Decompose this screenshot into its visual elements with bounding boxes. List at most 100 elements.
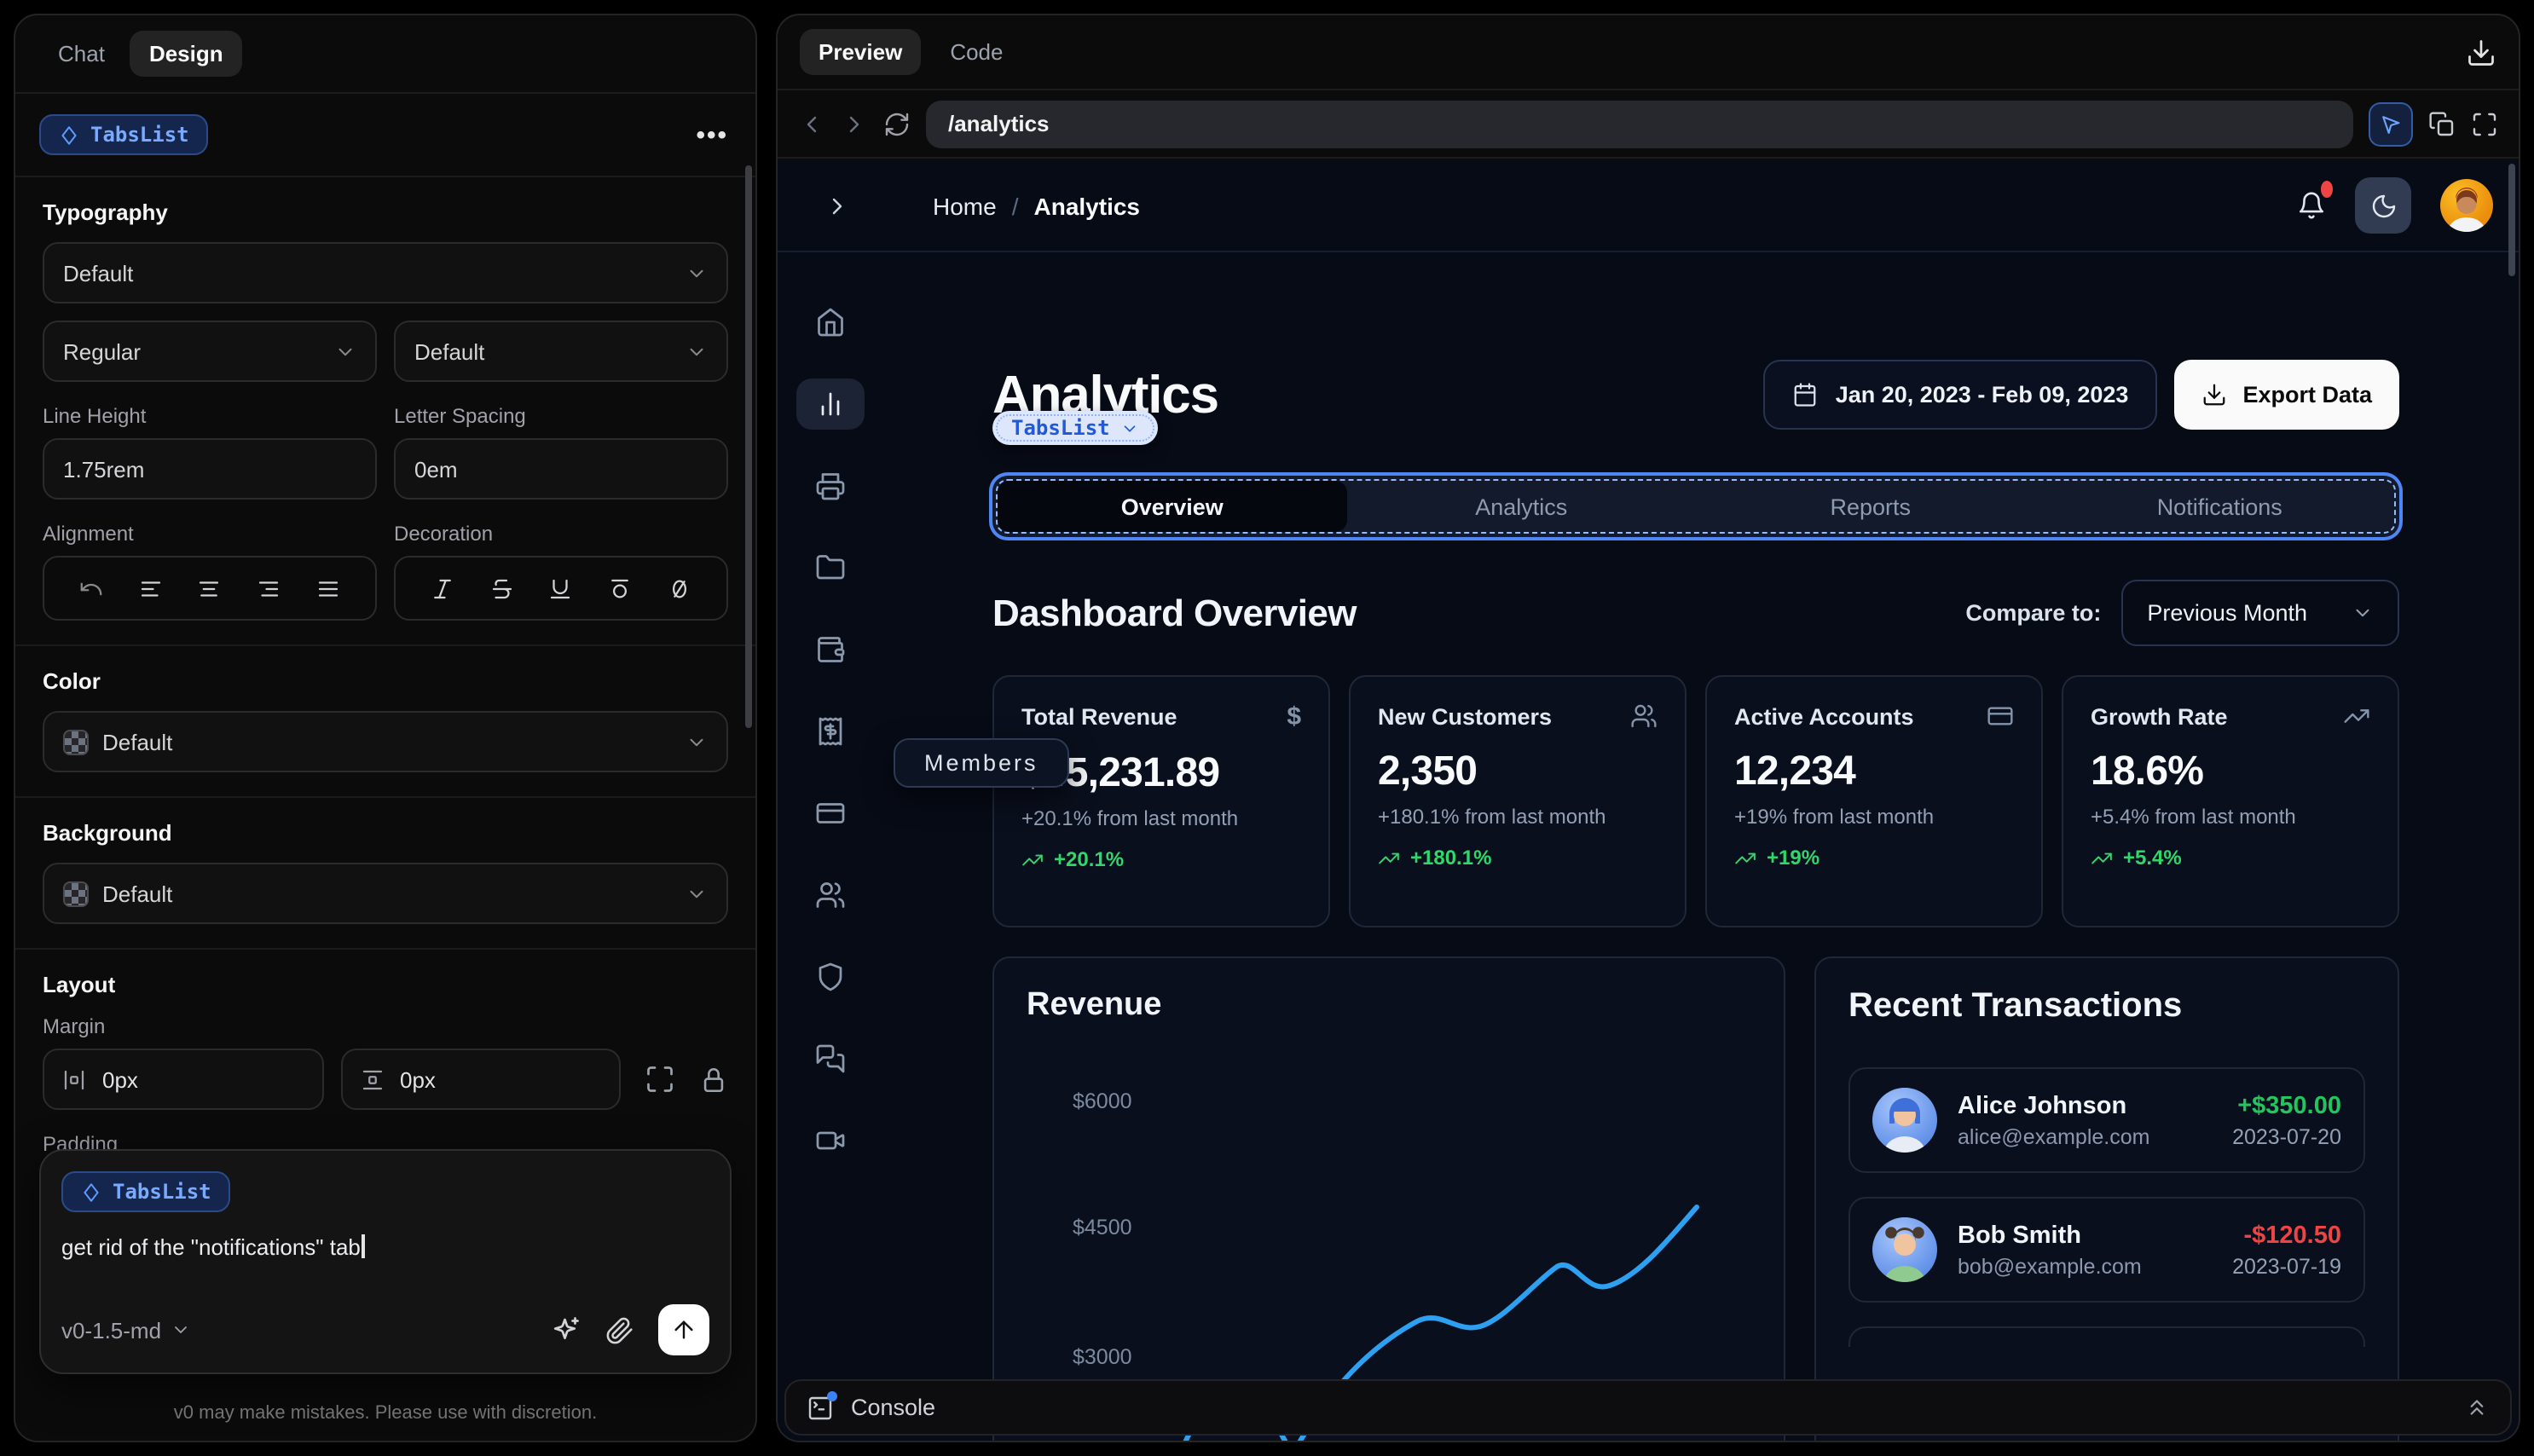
user-avatar[interactable]: [2440, 179, 2493, 232]
compare-select[interactable]: Previous Month: [2121, 580, 2399, 646]
diamond-icon: [61, 125, 77, 144]
tab-overview[interactable]: Overview: [998, 481, 1347, 532]
date-range-picker[interactable]: Jan 20, 2023 - Feb 09, 2023: [1763, 360, 2158, 430]
align-left-icon[interactable]: [137, 575, 163, 601]
sidebar-toggle-icon[interactable]: [824, 192, 851, 219]
recent-transactions-card: Recent Transactions Alice Johnson alice@…: [1814, 956, 2399, 1441]
members-tooltip: Members: [894, 738, 1069, 788]
refresh-icon[interactable]: [883, 110, 911, 137]
selection-badge[interactable]: TabsList: [992, 411, 1158, 445]
margin-x-input[interactable]: 0px: [43, 1049, 323, 1110]
strikethrough-icon[interactable]: [489, 575, 514, 601]
breadcrumb: Home / Analytics: [933, 192, 1140, 219]
stat-value: 2,350: [1378, 748, 1478, 794]
notifications-button[interactable]: [2297, 181, 2333, 220]
chevron-down-icon: [338, 347, 352, 355]
chevrons-up-icon[interactable]: [2464, 1395, 2490, 1420]
app-sidebar-rail: [778, 252, 883, 1166]
rail-cards[interactable]: [796, 788, 865, 839]
margin-y-input[interactable]: 0px: [340, 1049, 621, 1110]
composer-input[interactable]: get rid of the "notifications" tab: [61, 1234, 709, 1260]
transaction-amount: -$120.50: [2243, 1222, 2342, 1249]
arrow-up-icon: [674, 1320, 693, 1339]
section-title: Dashboard Overview: [992, 591, 1357, 633]
rail-files[interactable]: [796, 542, 865, 593]
lock-icon[interactable]: [699, 1065, 728, 1094]
undo-icon[interactable]: [78, 575, 104, 601]
tab-chat[interactable]: Chat: [39, 31, 124, 77]
align-right-icon[interactable]: [257, 575, 282, 601]
overline-icon[interactable]: [608, 575, 634, 601]
color-select[interactable]: Default: [43, 711, 728, 772]
rail-reports[interactable]: [796, 460, 865, 511]
send-button[interactable]: [658, 1304, 709, 1355]
address-bar[interactable]: /analytics: [926, 100, 2353, 147]
back-icon[interactable]: [798, 110, 825, 137]
font-family-select[interactable]: Default: [43, 242, 728, 303]
inspect-pointer-button[interactable]: [2369, 101, 2413, 146]
tab-notifications[interactable]: Notifications: [2045, 481, 2395, 532]
font-size-select[interactable]: Default: [394, 321, 728, 382]
transparent-swatch-icon: [63, 881, 89, 906]
tab-design[interactable]: Design: [130, 31, 242, 77]
italic-icon[interactable]: [430, 575, 455, 601]
sparkles-icon[interactable]: [551, 1314, 581, 1345]
model-selector[interactable]: v0-1.5-md: [61, 1317, 190, 1343]
more-options-icon[interactable]: •••: [696, 120, 728, 149]
preview-viewport: Home / Analytics Members Analytics Jan 2…: [778, 160, 2519, 1441]
console-bar[interactable]: Console: [784, 1379, 2512, 1436]
background-select[interactable]: Default: [43, 863, 728, 924]
avatar-image: [2448, 188, 2485, 232]
wallet-icon: [818, 637, 845, 662]
download-icon[interactable]: [2466, 37, 2496, 67]
align-center-icon[interactable]: [197, 575, 223, 601]
rail-security[interactable]: [796, 951, 865, 1002]
credit-card-icon: [1987, 707, 2013, 725]
breadcrumb-home[interactable]: Home: [933, 192, 997, 219]
tab-code[interactable]: Code: [931, 29, 1021, 75]
tab-reports[interactable]: Reports: [1696, 481, 2045, 532]
trending-up-icon: [2091, 852, 2112, 864]
rail-messages[interactable]: [796, 1033, 865, 1084]
avatar-image: [1884, 1098, 1925, 1153]
stat-card-total-revenue: Total Revenue $ $45,231.89 +20.1% from l…: [992, 675, 1330, 927]
preview-scrollbar[interactable]: [2508, 164, 2515, 276]
rail-video[interactable]: [796, 1115, 865, 1166]
rail-invoices[interactable]: [796, 706, 865, 757]
rail-home[interactable]: [796, 297, 865, 348]
expand-values-icon[interactable]: [645, 1064, 675, 1095]
forward-icon[interactable]: [841, 110, 868, 137]
decoration-toolbar: [394, 556, 728, 621]
transaction-date: 2023-07-19: [2232, 1254, 2341, 1278]
rail-members[interactable]: [796, 870, 865, 921]
transparent-swatch-icon: [63, 729, 89, 754]
line-height-input[interactable]: 1.75rem: [43, 438, 377, 500]
left-panel-scrollbar[interactable]: [745, 165, 752, 728]
transactions-title: Recent Transactions: [1848, 987, 2183, 1025]
stat-trend-value: +20.1%: [1054, 847, 1125, 871]
dollar-sign-icon: $: [1287, 702, 1301, 731]
theme-toggle-button[interactable]: [2355, 177, 2411, 234]
rail-analytics[interactable]: [796, 378, 865, 430]
export-data-button[interactable]: Export Data: [2174, 360, 2399, 430]
font-weight-select[interactable]: Regular: [43, 321, 377, 382]
stat-trend-value: +5.4%: [2123, 846, 2182, 870]
align-justify-icon[interactable]: [315, 575, 341, 601]
stat-trend-value: +19%: [1767, 846, 1820, 870]
stat-change: +5.4% from last month: [2091, 805, 2296, 829]
tab-analytics[interactable]: Analytics: [1347, 481, 1697, 532]
composer-context-chip[interactable]: TabsList: [61, 1171, 230, 1212]
paperclip-icon[interactable]: [605, 1315, 634, 1344]
fullscreen-icon[interactable]: [2471, 110, 2498, 137]
letter-spacing-input[interactable]: 0em: [394, 438, 728, 500]
no-decoration-icon[interactable]: [667, 575, 692, 601]
copy-icon[interactable]: [2428, 110, 2456, 137]
tab-preview[interactable]: Preview: [800, 29, 922, 75]
underline-icon[interactable]: [548, 575, 574, 601]
moon-icon: [2371, 194, 2395, 217]
rail-wallet[interactable]: [796, 624, 865, 675]
messages-icon: [816, 1044, 845, 1073]
stat-label: Total Revenue: [1021, 704, 1177, 730]
selected-element-chip[interactable]: TabsList: [39, 114, 208, 155]
chevron-down-icon: [690, 889, 703, 898]
